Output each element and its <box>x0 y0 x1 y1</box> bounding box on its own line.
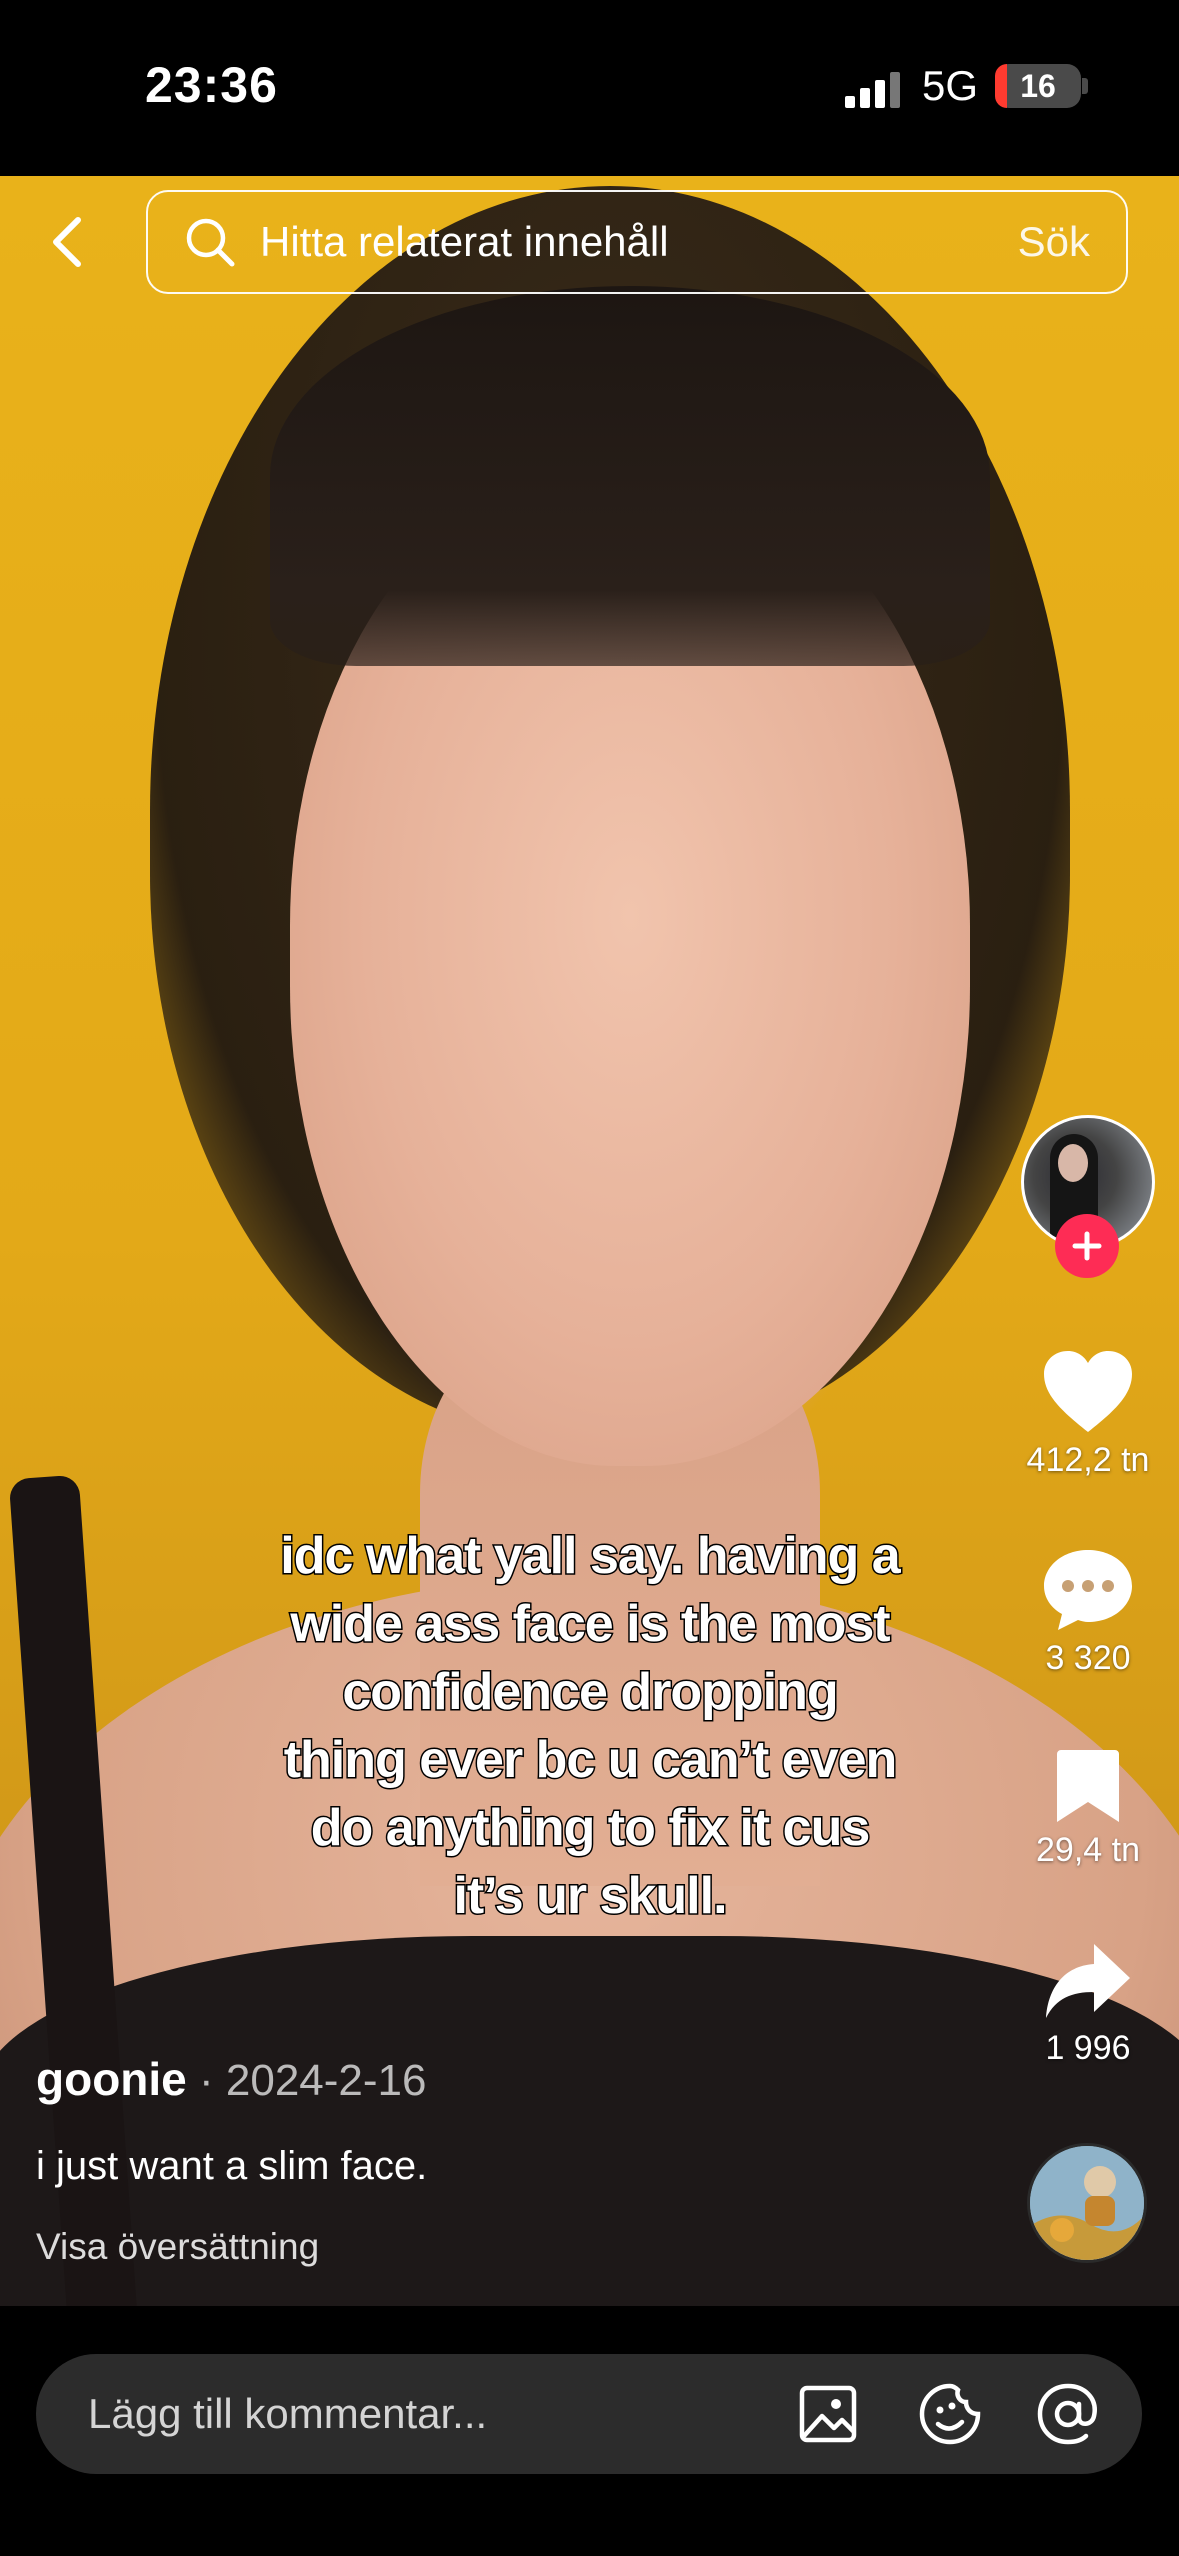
comment-icon <box>1044 1550 1132 1630</box>
date-separator: · <box>186 2056 226 2105</box>
post-date: 2024-2-16 <box>225 2056 427 2105</box>
overlay-line: do anything to fix it cus <box>309 1798 872 1859</box>
like-button[interactable]: 412,2 tn <box>1008 1348 1168 1480</box>
mention-button[interactable] <box>1036 2382 1100 2446</box>
post-meta: goonie · 2024-2-16 <box>36 2052 426 2106</box>
share-button[interactable]: 1 996 <box>1008 1940 1168 2068</box>
battery-level: 16 <box>1020 68 1056 104</box>
video-figure-bangs <box>270 286 990 666</box>
bookmark-button[interactable]: 29,4 tn <box>1008 1746 1168 1870</box>
music-disc[interactable] <box>1027 2143 1147 2263</box>
video-overlay-caption: idc what yall say. having a wide ass fac… <box>215 1522 965 1930</box>
back-icon <box>53 217 81 267</box>
status-bar: 23:36 5G 16 <box>0 0 1179 176</box>
mention-icon <box>1037 2383 1097 2445</box>
comment-bar: Lägg till kommentar... <box>0 2306 1179 2556</box>
image-icon <box>799 2385 857 2443</box>
save-count: 29,4 tn <box>1036 1831 1140 1869</box>
comment-input[interactable]: Lägg till kommentar... <box>36 2354 1142 2474</box>
overlay-line: thing ever bc u can’t even <box>282 1730 899 1791</box>
search-input[interactable]: Hitta relaterat innehåll Sök <box>146 190 1128 294</box>
plus-icon <box>1072 1231 1102 1261</box>
like-count: 412,2 tn <box>1026 1441 1150 1479</box>
share-count: 1 996 <box>1045 2029 1131 2067</box>
battery-icon: 16 <box>995 64 1081 108</box>
status-time: 23:36 <box>145 57 278 113</box>
overlay-line: it’s ur skull. <box>452 1866 729 1927</box>
search-submit-button[interactable]: Sök <box>1018 218 1090 266</box>
image-button[interactable] <box>796 2382 860 2446</box>
avatar-face <box>1058 1144 1088 1182</box>
post-description: i just want a slim face. <box>36 2144 428 2188</box>
music-cover-icon <box>1030 2146 1144 2260</box>
battery-cap <box>1082 78 1088 94</box>
overlay-line: confidence dropping <box>341 1662 840 1723</box>
comment-placeholder: Lägg till kommentar... <box>88 2390 488 2437</box>
overlay-line: wide ass face is the most <box>289 1594 892 1655</box>
comment-button[interactable]: 3 320 <box>1008 1546 1168 1678</box>
search-icon <box>186 218 235 267</box>
translate-link[interactable]: Visa översättning <box>36 2226 319 2268</box>
emoji-button[interactable] <box>918 2382 982 2446</box>
follow-button[interactable] <box>1055 1214 1119 1278</box>
signal-icon <box>845 72 900 108</box>
network-type: 5G <box>922 62 979 109</box>
back-button[interactable] <box>36 210 96 274</box>
comment-count: 3 320 <box>1045 1639 1131 1677</box>
search-placeholder: Hitta relaterat innehåll <box>260 218 669 265</box>
video-player[interactable] <box>0 176 1179 2306</box>
overlay-line: idc what yall say. having a <box>279 1526 902 1587</box>
share-icon <box>1046 1944 1130 2018</box>
emoji-icon <box>919 2383 981 2445</box>
author-name[interactable]: goonie <box>36 2053 187 2105</box>
heart-icon <box>1044 1351 1132 1432</box>
bookmark-icon <box>1057 1750 1119 1822</box>
